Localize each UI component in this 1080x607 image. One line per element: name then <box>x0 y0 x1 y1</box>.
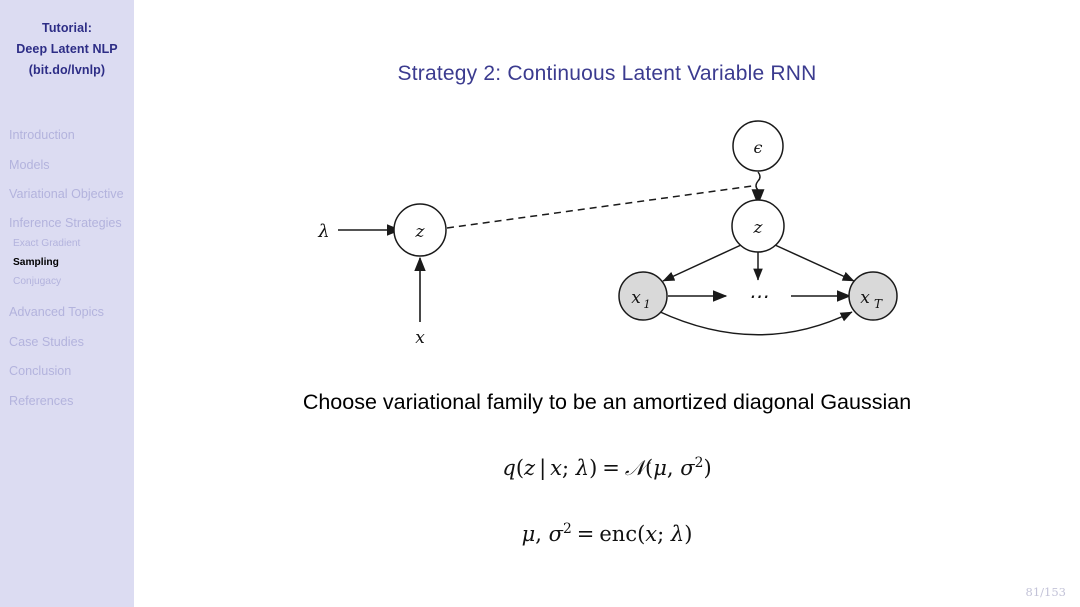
edge-dashed-z-left-to-z-right <box>446 185 753 229</box>
sidebar-title-line-1: Tutorial: <box>42 21 92 35</box>
eq1-lparen2: ( <box>645 456 654 480</box>
sidebar: Tutorial: Deep Latent NLP (bit.do/lvnlp)… <box>0 0 134 607</box>
eq1-cal-n: 𝒩 <box>624 456 646 480</box>
sidebar-item-conjugacy[interactable]: Conjugacy <box>0 275 134 288</box>
sidebar-item-advanced-topics[interactable]: Advanced Topics <box>0 305 134 320</box>
label-ellipsis: ⋯ <box>748 284 768 308</box>
label-lambda: λ <box>317 221 329 242</box>
page-title: Strategy 2: Continuous Latent Variable R… <box>397 62 817 85</box>
eq1-z: z <box>524 456 536 480</box>
sidebar-title-line-2: Deep Latent NLP <box>16 42 118 56</box>
sidebar-item-sampling[interactable]: Sampling <box>0 256 134 269</box>
edge-epsilon-squiggle <box>755 171 761 199</box>
eq1-sigma: σ <box>680 456 695 480</box>
sidebar-item-case-studies[interactable]: Case Studies <box>0 335 134 350</box>
node-z-left-label: z <box>415 222 426 242</box>
sidebar-item-inference-strategies[interactable]: Inference Strategies <box>0 216 134 231</box>
edge-z-right-to-xT <box>774 244 855 282</box>
sidebar-item-conclusion[interactable]: Conclusion <box>0 364 134 379</box>
eq2-x: x <box>645 522 658 546</box>
node-xT-subscript: T <box>874 297 883 311</box>
eq2-rparen: ) <box>684 522 693 546</box>
body-statement: Choose variational family to be an amort… <box>302 390 912 414</box>
node-epsilon-label: ϵ <box>754 138 763 157</box>
eq2-equals: = <box>576 522 595 546</box>
eq1-semicolon: ; <box>562 456 570 480</box>
label-x-input: x <box>415 328 425 348</box>
eq2-mu: μ <box>521 522 536 546</box>
edge-arc-x1-to-xT <box>657 310 853 336</box>
eq2-semicolon: ; <box>657 522 665 546</box>
sidebar-title-block[interactable]: Tutorial: Deep Latent NLP (bit.do/lvnlp) <box>0 18 134 81</box>
eq2-sigma: σ <box>548 522 563 546</box>
sidebar-item-exact-gradient[interactable]: Exact Gradient <box>0 237 134 250</box>
eq1-lparen: ( <box>515 456 525 480</box>
eq1-q: q <box>502 456 516 480</box>
node-x1-label: x <box>631 288 641 308</box>
edge-z-right-to-x1 <box>662 244 742 282</box>
sidebar-title-line-3: (bit.do/lvnlp) <box>28 63 106 77</box>
node-xT <box>848 271 898 321</box>
sidebar-item-references[interactable]: References <box>0 394 134 409</box>
eq1-mu: μ <box>653 456 667 480</box>
sidebar-item-models[interactable]: Models <box>0 158 134 173</box>
eq1-rparen2: ) <box>703 456 712 480</box>
sidebar-item-introduction[interactable]: Introduction <box>0 128 134 143</box>
graphical-model-diagram: ϵ z z x 1 x T λ x ⋯ <box>134 100 1080 370</box>
node-xT-label: x <box>860 288 870 308</box>
eq1-comma: , <box>666 456 674 480</box>
eq1-x: x <box>550 456 563 480</box>
eq1-equals: = <box>602 456 620 480</box>
sidebar-nav: Introduction Models Variational Objectiv… <box>0 128 134 423</box>
node-x1 <box>618 271 668 321</box>
sidebar-subgroup-inference: Exact Gradient Sampling Conjugacy <box>0 237 134 288</box>
node-x1-subscript: 1 <box>643 297 650 311</box>
node-z-right-label: z <box>753 218 764 238</box>
equation-encoder-output: μ, σ2 = enc(x; λ) <box>134 521 1080 546</box>
sidebar-item-variational-objective[interactable]: Variational Objective <box>0 187 134 202</box>
eq2-enc: enc <box>599 522 638 546</box>
eq1-lambda: λ <box>575 456 590 480</box>
main-content: Strategy 2: Continuous Latent Variable R… <box>134 0 1080 607</box>
page-number: 81/153 <box>1025 585 1066 599</box>
eq1-bar: | <box>539 456 547 480</box>
diagram-svg: ϵ z z x 1 x T λ x ⋯ <box>317 120 898 348</box>
equation-q-definition: q(z | x; λ) = 𝒩(μ, σ2) <box>134 455 1080 481</box>
slide-root: Tutorial: Deep Latent NLP (bit.do/lvnlp)… <box>0 0 1080 607</box>
eq2-lambda: λ <box>670 522 685 546</box>
eq2-comma: , <box>535 522 542 546</box>
eq2-exponent: 2 <box>562 521 572 537</box>
